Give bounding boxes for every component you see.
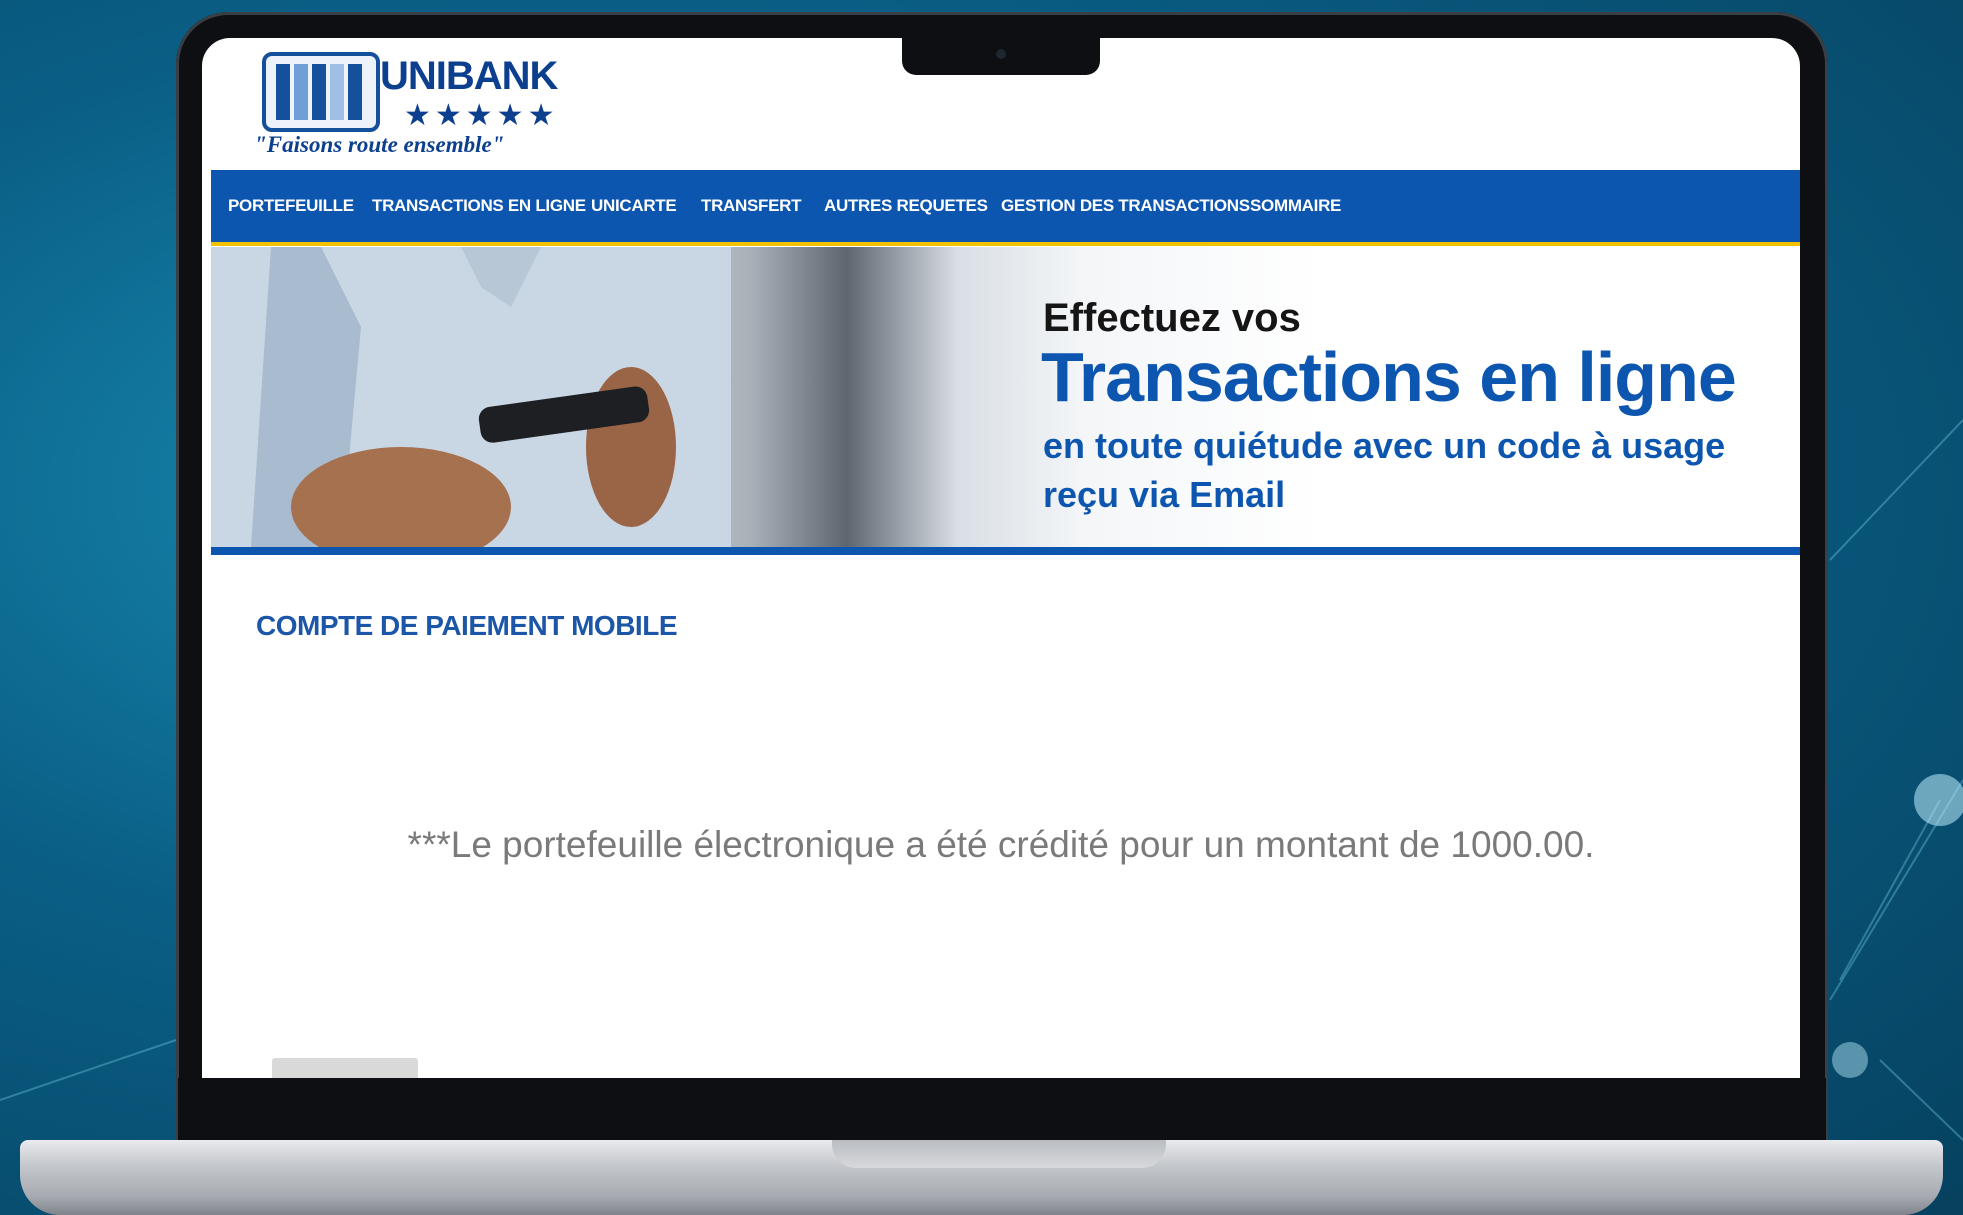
- promo-banner: Effectuez vos Transactions en ligne en t…: [211, 247, 1800, 547]
- brand-stars: ★★★★★: [404, 99, 559, 132]
- person-with-phone-image: [211, 247, 731, 547]
- section-title: COMPTE DE PAIEMENT MOBILE: [256, 610, 678, 641]
- banner-headline: Transactions en ligne: [1041, 338, 1737, 416]
- logo-mark-icon: [262, 52, 380, 132]
- nav-item-gestion-des-transactions[interactable]: GESTION DES TRANSACTIONS: [1001, 196, 1250, 216]
- banner-line-3: en toute quiétude avec un code à usage: [1043, 425, 1726, 466]
- nav-item-unicarte[interactable]: UNICARTE: [591, 196, 677, 216]
- camera-icon: [996, 49, 1006, 59]
- banner-line-4: reçu via Email: [1043, 474, 1286, 515]
- nav-item-transactions-en-ligne[interactable]: TRANSACTIONS EN LIGNE: [372, 196, 586, 216]
- banner-divider: [211, 547, 1800, 555]
- main-navigation: PORTEFEUILLE TRANSACTIONS EN LIGNE UNICA…: [211, 170, 1800, 246]
- brand-name: UNIBANK: [380, 54, 558, 98]
- laptop-screen: UNIBANK ★★★★★ "Faisons route ensemble" P…: [202, 38, 1800, 1078]
- laptop-base-notch: [832, 1140, 1166, 1168]
- laptop-bottom-bezel: [178, 1078, 1826, 1142]
- nav-item-sommaire[interactable]: SOMMAIRE: [1250, 196, 1341, 216]
- confirmation-message: ***Le portefeuille électronique a été cr…: [407, 824, 1595, 865]
- banner-line-1: Effectuez vos: [1043, 296, 1301, 340]
- unibank-logo[interactable]: UNIBANK ★★★★★ "Faisons route ensemble": [254, 46, 574, 166]
- nav-item-transfert[interactable]: TRANSFERT: [701, 196, 802, 216]
- nav-item-autres-requetes[interactable]: AUTRES REQUETES: [824, 196, 988, 216]
- nav-item-portefeuille[interactable]: PORTEFEUILLE: [228, 196, 354, 216]
- brand-tagline: "Faisons route ensemble": [254, 132, 505, 157]
- partially-visible-button[interactable]: [272, 1058, 418, 1078]
